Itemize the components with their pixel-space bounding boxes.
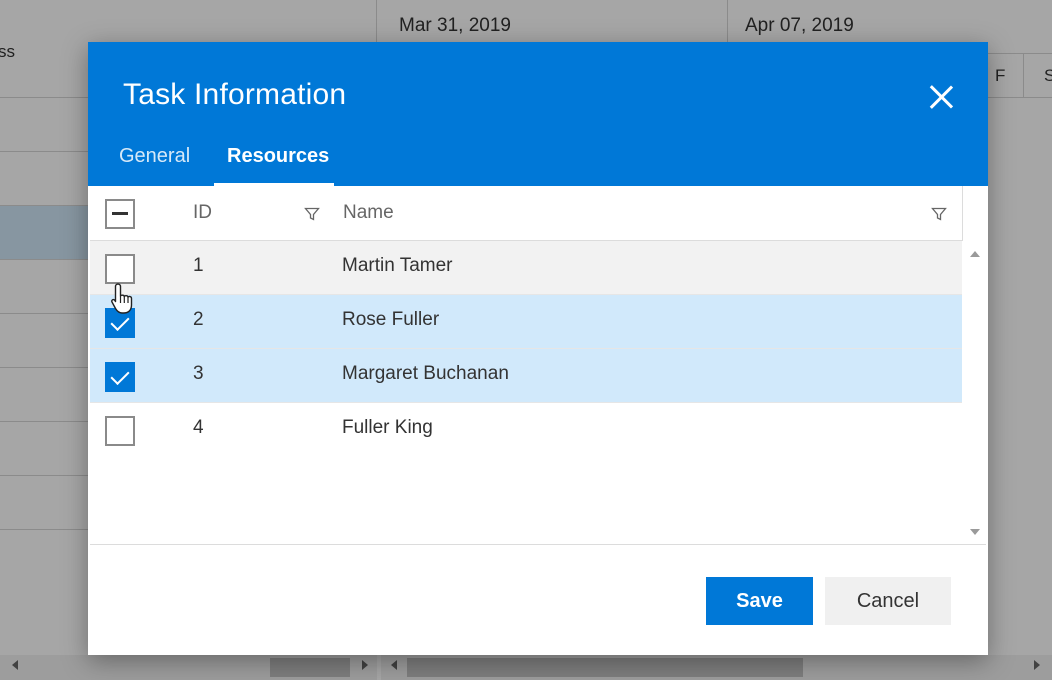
table-row[interactable]: 4 Fuller King xyxy=(90,403,962,457)
cell-id: 1 xyxy=(193,255,204,276)
scroll-up-icon[interactable] xyxy=(970,251,980,257)
save-button[interactable]: Save xyxy=(706,577,813,625)
filter-icon[interactable] xyxy=(931,206,947,222)
dialog-header: Task Information General Resources xyxy=(88,42,988,186)
hand-pointer-cursor-icon xyxy=(111,283,133,314)
column-header-name[interactable]: Name xyxy=(343,202,394,224)
column-header-id[interactable]: ID xyxy=(193,202,212,224)
grid-body: 1 Martin Tamer 2 Rose Fuller 3 Margaret … xyxy=(90,241,962,545)
task-information-dialog: Task Information General Resources ID Na… xyxy=(88,42,988,655)
cell-name: Fuller King xyxy=(342,417,433,438)
cell-name: Margaret Buchanan xyxy=(342,363,509,384)
cancel-button[interactable]: Cancel xyxy=(825,577,951,625)
cell-name: Martin Tamer xyxy=(342,255,453,276)
row-checkbox[interactable] xyxy=(105,362,135,392)
cell-id: 3 xyxy=(193,363,204,384)
table-row[interactable]: 2 Rose Fuller xyxy=(90,295,962,349)
filter-icon[interactable] xyxy=(304,206,320,222)
row-checkbox[interactable] xyxy=(105,416,135,446)
cell-id: 4 xyxy=(193,417,204,438)
dialog-title: Task Information xyxy=(123,78,347,111)
tab-general[interactable]: General xyxy=(106,138,203,186)
resources-grid: ID Name 1 Martin Tamer 2 Rose Fuller 3 M… xyxy=(90,186,986,545)
grid-header: ID Name xyxy=(90,186,963,241)
close-icon[interactable] xyxy=(924,80,958,114)
row-checkbox[interactable] xyxy=(105,254,135,284)
cell-id: 2 xyxy=(193,309,204,330)
cell-name: Rose Fuller xyxy=(342,309,440,330)
scrollbar-header-spacer xyxy=(962,186,986,241)
grid-vscrollbar[interactable] xyxy=(962,241,986,545)
table-row[interactable]: 3 Margaret Buchanan xyxy=(90,349,962,403)
table-row[interactable]: 1 Martin Tamer xyxy=(90,241,962,295)
scroll-down-icon[interactable] xyxy=(970,529,980,535)
select-all-checkbox[interactable] xyxy=(105,199,135,229)
tab-resources[interactable]: Resources xyxy=(214,138,334,186)
